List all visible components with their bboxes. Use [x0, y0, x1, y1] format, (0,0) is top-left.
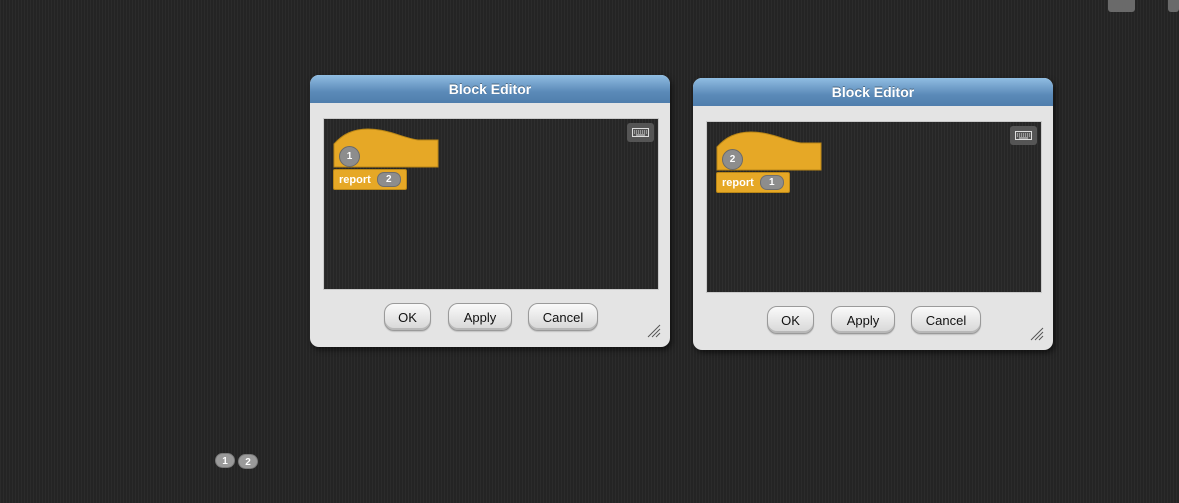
- block-editor-dialog: Block Editor 1 report 2 OK Apply Cancel: [310, 75, 670, 347]
- cancel-button[interactable]: Cancel: [528, 303, 598, 331]
- report-value-slot[interactable]: 1: [759, 175, 784, 190]
- report-block[interactable]: report 1: [716, 172, 790, 193]
- parameter-variable[interactable]: 2: [722, 149, 743, 170]
- value-badge[interactable]: 1: [215, 453, 235, 468]
- custom-block-hat[interactable]: 1: [333, 128, 439, 168]
- report-label: report: [339, 173, 371, 186]
- dialog-title[interactable]: Block Editor: [310, 75, 670, 103]
- resize-handle-icon[interactable]: [1030, 327, 1044, 341]
- script-area[interactable]: 2 report 1: [706, 121, 1042, 293]
- dialog-title[interactable]: Block Editor: [693, 78, 1053, 106]
- undo-icon[interactable]: [1108, 0, 1135, 12]
- apply-button[interactable]: Apply: [831, 306, 895, 334]
- toolbar-button-partial[interactable]: [1168, 0, 1179, 12]
- custom-block-hat[interactable]: 2: [716, 131, 822, 171]
- block-editor-dialog: Block Editor 2 report 1 OK Apply Cancel: [693, 78, 1053, 350]
- report-value-slot[interactable]: 2: [376, 172, 401, 187]
- parameter-variable[interactable]: 1: [339, 146, 360, 167]
- ok-button[interactable]: OK: [767, 306, 814, 334]
- report-block[interactable]: report 2: [333, 169, 407, 190]
- resize-handle-icon[interactable]: [647, 324, 661, 338]
- script-area[interactable]: 1 report 2: [323, 118, 659, 290]
- value-badge[interactable]: 2: [238, 454, 258, 469]
- cancel-button[interactable]: Cancel: [911, 306, 981, 334]
- keyboard-icon[interactable]: [627, 123, 654, 142]
- ok-button[interactable]: OK: [384, 303, 431, 331]
- keyboard-icon[interactable]: [1010, 126, 1037, 145]
- report-label: report: [722, 176, 754, 189]
- apply-button[interactable]: Apply: [448, 303, 512, 331]
